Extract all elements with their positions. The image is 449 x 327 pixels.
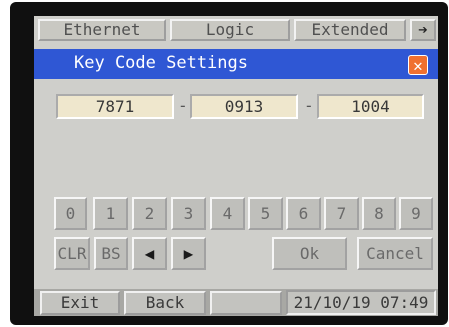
key-code-field-2[interactable]: 0913 (190, 94, 298, 119)
dialog-title-bar: Key Code Settings ✕ (34, 49, 438, 79)
tab-extended[interactable]: Extended (294, 19, 406, 41)
separator-dash: - (304, 96, 314, 115)
ok-button[interactable]: Ok (272, 237, 347, 270)
exit-button[interactable]: Exit (40, 291, 120, 315)
separator-dash: - (178, 96, 188, 115)
tab-scroll-arrow-icon[interactable]: ➔ (410, 19, 436, 41)
key-5-button[interactable]: 5 (248, 197, 283, 230)
dialog-title: Key Code Settings (74, 53, 248, 73)
tab-ethernet[interactable]: Ethernet (38, 19, 166, 41)
key-code-field-3[interactable]: 1004 (317, 94, 424, 119)
backspace-button[interactable]: BS (94, 237, 128, 270)
close-icon[interactable]: ✕ (408, 55, 428, 75)
cancel-button[interactable]: Cancel (357, 237, 433, 270)
key-7-button[interactable]: 7 (324, 197, 359, 230)
blank-status-button[interactable] (210, 291, 282, 315)
key-code-field-1[interactable]: 7871 (56, 94, 174, 119)
key-3-button[interactable]: 3 (171, 197, 206, 230)
key-9-button[interactable]: 9 (399, 197, 433, 230)
key-8-button[interactable]: 8 (362, 197, 396, 230)
back-button[interactable]: Back (124, 291, 206, 315)
tab-bar: Ethernet Logic Extended ➔ (34, 16, 438, 43)
tab-logic[interactable]: Logic (170, 19, 290, 41)
status-bar: Exit Back 21/10/19 07:49 (34, 289, 438, 316)
hmi-screen: Ethernet Logic Extended ➔ Key Code Setti… (34, 16, 438, 316)
key-0-button[interactable]: 0 (54, 197, 87, 230)
key-4-button[interactable]: 4 (210, 197, 245, 230)
key-6-button[interactable]: 6 (286, 197, 321, 230)
key-2-button[interactable]: 2 (132, 197, 167, 230)
clear-button[interactable]: CLR (54, 237, 90, 270)
key-1-button[interactable]: 1 (93, 197, 128, 230)
datetime-display: 21/10/19 07:49 (286, 290, 436, 315)
cursor-right-icon[interactable]: ▶ (171, 237, 206, 270)
cursor-left-icon[interactable]: ◀ (132, 237, 167, 270)
